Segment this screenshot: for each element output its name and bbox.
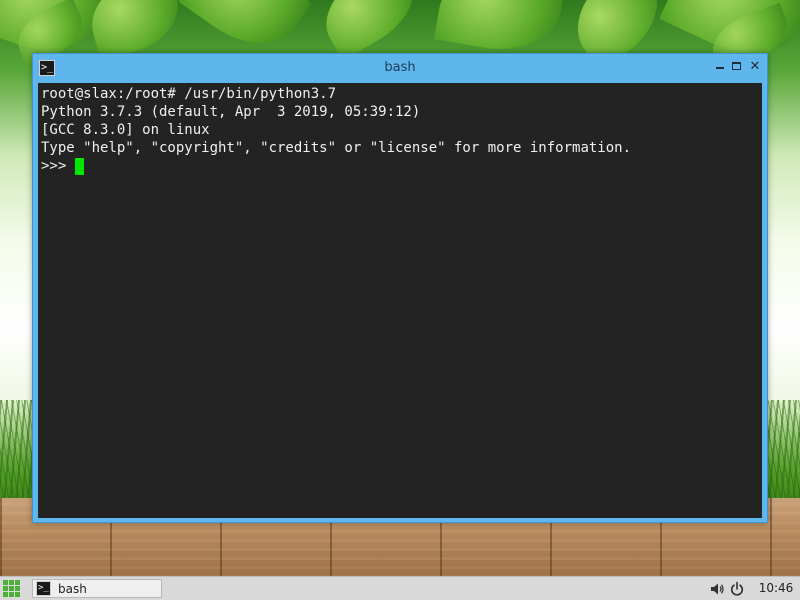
taskbar-item-label: bash — [58, 582, 87, 596]
terminal-line: root@slax:/root# /usr/bin/python3.7 — [41, 86, 337, 102]
close-icon: ✕ — [749, 59, 761, 74]
terminal-window[interactable]: >_ bash ✕ root@slax:/root# /usr/bin/pyth… — [32, 53, 768, 523]
power-icon[interactable] — [729, 581, 745, 597]
volume-icon[interactable] — [709, 581, 725, 597]
desktop: >_ bash ✕ root@slax:/root# /usr/bin/pyth… — [0, 0, 800, 600]
window-title: bash — [384, 60, 416, 75]
maximize-icon — [732, 62, 741, 70]
python-prompt: >>> — [41, 158, 75, 174]
terminal-output[interactable]: root@slax:/root# /usr/bin/python3.7 Pyth… — [38, 83, 762, 518]
close-button[interactable]: ✕ — [748, 60, 762, 74]
terminal-line: Python 3.7.3 (default, Apr 3 2019, 05:39… — [41, 104, 421, 120]
start-menu-button[interactable] — [3, 580, 21, 597]
wallpaper-leaf — [310, 0, 430, 61]
clock[interactable]: 10:46 — [755, 581, 797, 595]
wallpaper-leaf — [433, 0, 567, 60]
minimize-icon — [716, 67, 724, 69]
taskbar-item-bash[interactable]: >_ bash — [32, 579, 162, 598]
window-titlebar[interactable]: >_ bash ✕ — [33, 54, 767, 82]
terminal-line: Type "help", "copyright", "credits" or "… — [41, 140, 632, 156]
maximize-button[interactable] — [730, 60, 744, 74]
text-cursor — [74, 157, 84, 175]
wallpaper-leaf — [82, 0, 188, 61]
terminal-icon: >_ — [36, 581, 51, 596]
terminal-line: [GCC 8.3.0] on linux — [41, 122, 210, 138]
python-prompt-line[interactable]: >>> — [41, 157, 762, 175]
apps-grid-icon — [3, 580, 21, 597]
minimize-button[interactable] — [713, 60, 727, 74]
taskbar: >_ bash 10:46 — [0, 576, 800, 600]
